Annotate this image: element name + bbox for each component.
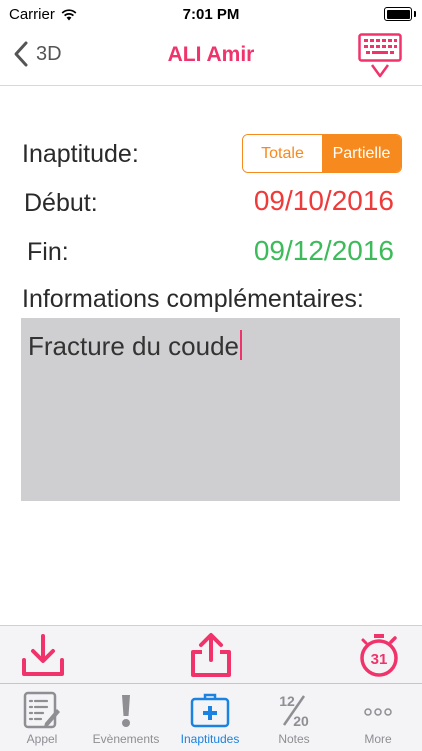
download-icon[interactable]: [20, 632, 66, 678]
notes-denominator: 20: [293, 713, 309, 729]
inaptitude-segmented-control: Totale Partielle: [242, 134, 402, 173]
tab-label-evenements: Evènements: [92, 732, 160, 746]
tab-label-inaptitudes: Inaptitudes: [180, 732, 240, 746]
segment-totale[interactable]: Totale: [243, 135, 322, 172]
tab-label-more: More: [364, 732, 392, 746]
notepad-icon: [23, 691, 60, 729]
text-caret: [240, 330, 243, 360]
end-date-label: Fin:: [27, 238, 69, 266]
tab-bar: Appel Evènements Inaptitudes 12 20 Notes…: [0, 683, 422, 751]
inaptitude-label: Inaptitude:: [22, 140, 139, 168]
end-date-value[interactable]: 09/12/2016: [254, 235, 394, 267]
info-textarea[interactable]: Fracture du coude: [21, 318, 400, 501]
keyboard-dismiss-icon[interactable]: [358, 33, 402, 79]
tab-more[interactable]: More: [336, 684, 420, 751]
battery-icon: [384, 7, 416, 21]
notes-numerator: 12: [279, 693, 295, 709]
status-time: 7:01 PM: [182, 6, 240, 23]
tab-label-appel: Appel: [26, 732, 58, 746]
segment-partielle[interactable]: Partielle: [322, 135, 401, 172]
tab-inaptitudes[interactable]: Inaptitudes: [168, 684, 252, 751]
medical-kit-icon: [190, 693, 230, 728]
tab-evenements[interactable]: Evènements: [84, 684, 168, 751]
tab-label-notes: Notes: [278, 732, 310, 746]
info-text: Fracture du coude: [28, 331, 240, 361]
action-toolbar: 31: [0, 625, 422, 684]
info-label: Informations complémentaires:: [22, 285, 364, 313]
share-icon[interactable]: [188, 632, 234, 678]
grade-fraction-icon: 12 20: [279, 693, 309, 729]
calendar-badge: 31: [371, 651, 388, 668]
more-dots-icon: [364, 708, 392, 716]
navigation-bar: 3D ALI Amir: [0, 28, 422, 86]
tab-appel[interactable]: Appel: [0, 684, 84, 751]
start-date-label: Début:: [24, 189, 98, 217]
tab-notes[interactable]: 12 20 Notes: [252, 684, 336, 751]
status-bar: Carrier 7:01 PM: [0, 0, 422, 28]
calendar-timer-icon[interactable]: 31: [356, 632, 402, 678]
start-date-value[interactable]: 09/10/2016: [254, 185, 394, 217]
exclamation-icon: [122, 695, 130, 727]
